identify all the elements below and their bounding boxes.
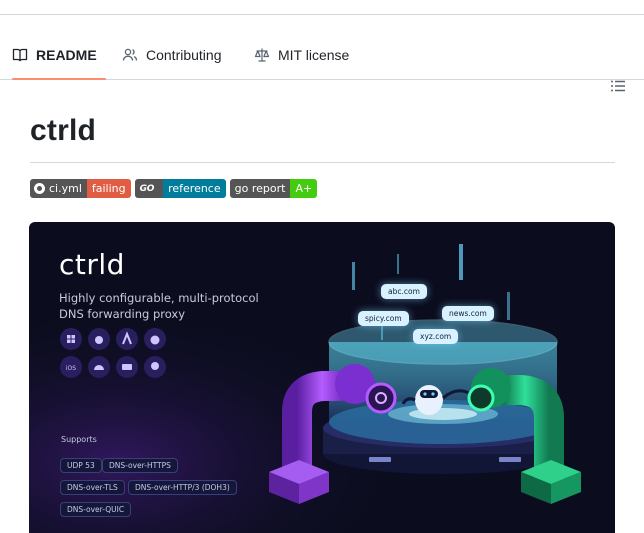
protocol-pill: DNS-over-HTTPS: [102, 458, 178, 473]
list-unordered-icon[interactable]: [610, 78, 626, 94]
tab-contributing-label: Contributing: [146, 47, 222, 63]
protocol-pill: DNS-over-HTTP/3 (DOH3): [128, 480, 237, 495]
hero-banner-image: iOS ctrld Highly configurable, multi-pro…: [29, 222, 615, 533]
banner-logo: ctrld: [59, 248, 125, 281]
banner-subtitle: Highly configurable, multi-protocol DNS …: [59, 291, 259, 321]
readme-title: ctrld: [30, 114, 97, 147]
protocol-pill: UDP 53: [60, 458, 102, 473]
top-divider: [0, 14, 644, 15]
protocol-pill: DNS-over-TLS: [60, 480, 125, 495]
ios-icon: iOS: [66, 365, 76, 372]
tab-contributing[interactable]: Contributing: [122, 31, 222, 79]
domain-tag: xyz.com: [413, 329, 459, 344]
tab-readme-label: README: [36, 47, 97, 63]
tab-license[interactable]: MIT license: [254, 31, 349, 79]
protocol-pill: DNS-over-QUIC: [60, 502, 132, 517]
ci-status-badge[interactable]: ci.yml failing: [30, 179, 131, 198]
go-reference-badge[interactable]: GO reference: [134, 179, 226, 198]
domain-tag: news.com: [442, 306, 494, 321]
supports-label: Supports: [61, 435, 97, 444]
book-icon: [12, 47, 28, 63]
title-divider: [30, 162, 615, 163]
go-report-badge[interactable]: go report A+: [229, 179, 318, 198]
domain-tag: spicy.com: [358, 311, 409, 326]
tab-license-label: MIT license: [278, 47, 350, 63]
readme-tab-bar: README Contributing MIT license: [0, 31, 644, 92]
go-icon: GO: [139, 183, 155, 194]
tab-readme[interactable]: README: [12, 31, 106, 80]
badge-row: ci.yml failing GO reference go report A+: [30, 179, 318, 198]
github-icon: [34, 183, 45, 194]
law-icon: [254, 47, 270, 63]
domain-tag: abc.com: [381, 284, 427, 299]
people-icon: [122, 47, 138, 63]
